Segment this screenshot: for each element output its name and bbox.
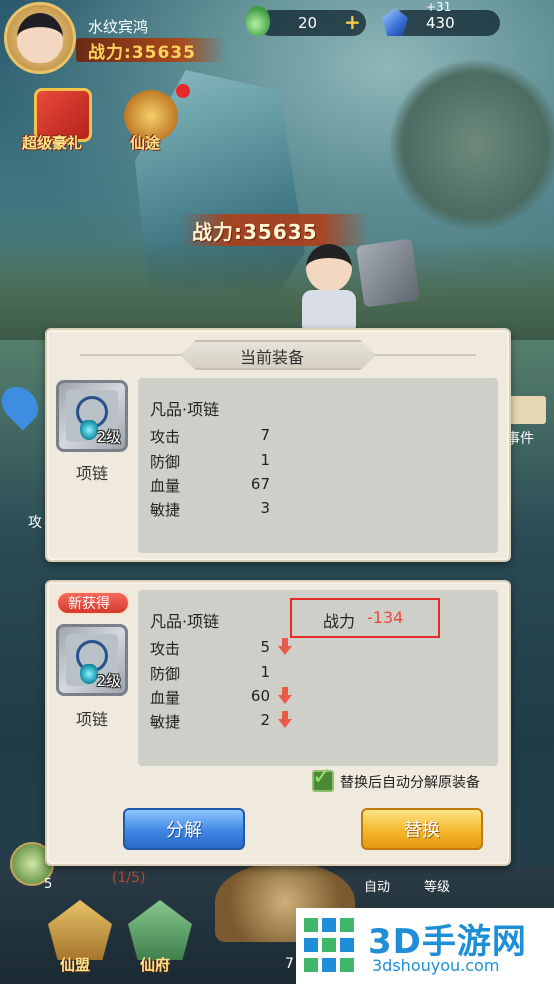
stat-label: 攻击: [150, 428, 181, 446]
sword-label[interactable]: 仙途: [130, 132, 160, 153]
player-avatar[interactable]: [4, 2, 76, 74]
current-grade: 凡品·项链: [150, 400, 220, 419]
stat-value: 7: [260, 426, 270, 444]
plus-icon[interactable]: +: [344, 12, 361, 32]
stat-value: 1: [260, 451, 270, 469]
mansion-label[interactable]: 仙府: [140, 954, 170, 975]
player-power: 战力:35635: [88, 43, 196, 63]
auto-dismantle-label[interactable]: 替换后自动分解原装备: [340, 772, 480, 792]
guild-label[interactable]: 仙盟: [60, 954, 90, 975]
stat-value: 67: [250, 475, 270, 493]
mail-icon[interactable]: [506, 396, 546, 424]
down-arrow-icon: [278, 711, 292, 729]
stat-label: 血量: [150, 689, 181, 707]
gift-label[interactable]: 超级豪礼: [22, 132, 82, 153]
stat-label: 攻击: [150, 640, 181, 658]
map-pin-icon[interactable]: [0, 379, 46, 431]
jade-icon: [246, 6, 270, 36]
gem-bonus: +31: [426, 0, 452, 14]
stat-label: 敏捷: [150, 713, 181, 731]
hero-character: [300, 244, 360, 330]
replace-button[interactable]: 替换: [361, 808, 483, 850]
notification-dot: [176, 84, 190, 98]
dismantle-button[interactable]: 分解: [123, 808, 245, 850]
hero-head: [306, 244, 352, 292]
side-label-left: 攻: [28, 515, 42, 531]
new-badge-label: 新获得: [68, 596, 110, 612]
scene-power: 战力:35635: [192, 220, 318, 244]
stat-label: 防御: [150, 665, 181, 683]
auto-button[interactable]: 自动: [364, 876, 390, 895]
gem-value: 430: [426, 14, 455, 32]
avatar-face: [17, 13, 63, 63]
power-compare-label: 战力: [323, 612, 356, 631]
pet-level: 5: [44, 877, 53, 892]
stat-value: 2: [260, 711, 270, 729]
jade-value: 20: [298, 14, 318, 32]
down-arrow-icon: [278, 687, 292, 705]
new-grade: 凡品·项链: [150, 612, 220, 631]
panel-title: 当前装备: [240, 348, 305, 367]
pendant-icon: [80, 420, 98, 440]
power-compare-value: -134: [367, 608, 404, 627]
title-divider-left: [80, 354, 180, 356]
current-item-slot[interactable]: 2级: [56, 380, 128, 452]
pendant-icon: [80, 664, 98, 684]
stat-label: 血量: [150, 477, 181, 495]
down-arrow-icon: [278, 638, 292, 656]
stat-label: 敏捷: [150, 501, 181, 519]
stat-value: 1: [260, 663, 270, 681]
stat-value: 5: [260, 638, 270, 656]
watermark-logo: [304, 918, 354, 972]
stat-value: 60: [250, 687, 270, 705]
stat-value: 3: [260, 499, 270, 517]
player-name: 水纹宾鸿: [88, 18, 149, 36]
hero-body: [302, 290, 356, 330]
watermark-url: 3dshouyou.com: [372, 956, 500, 975]
title-divider-right: [376, 354, 476, 356]
pet-count: (1/5): [112, 870, 146, 886]
stat-label: 防御: [150, 453, 181, 471]
bottom-number: 7: [285, 956, 294, 972]
check-icon: ✓: [312, 762, 333, 790]
new-item-slot[interactable]: 2级: [56, 624, 128, 696]
level-button[interactable]: 等级: [424, 876, 450, 895]
item-level: 2级: [96, 672, 121, 690]
power-compare-box: [290, 598, 440, 638]
item-level: 2级: [96, 428, 121, 446]
background-tree: [390, 60, 554, 230]
background-ground: [0, 240, 554, 340]
new-item-name: 项链: [76, 710, 109, 729]
hammer-weapon: [355, 238, 421, 308]
current-item-name: 项链: [76, 464, 109, 483]
